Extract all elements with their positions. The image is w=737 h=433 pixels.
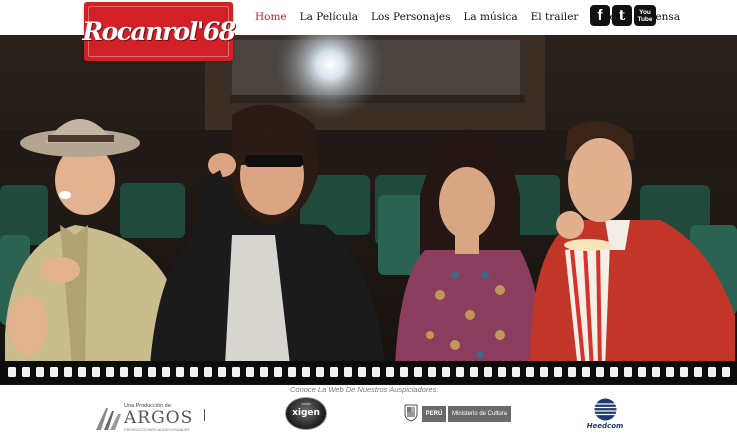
nav-los-personajes[interactable]: Los Personajes <box>371 11 450 23</box>
film-hole <box>638 367 646 377</box>
nav-el-trailer[interactable]: El trailer <box>531 11 579 23</box>
film-hole <box>428 367 436 377</box>
film-hole <box>484 367 492 377</box>
sponsor-argos[interactable]: Una Producción de: ARGOS PRODUCCIONES AU… <box>96 403 212 433</box>
film-hole <box>330 367 338 377</box>
heedcom-name: Heedcom <box>586 422 624 430</box>
site-header: Rocanrol'68 Home La Película Los Persona… <box>0 0 737 61</box>
film-hole <box>568 367 576 377</box>
film-hole <box>442 367 450 377</box>
film-hole <box>512 367 520 377</box>
film-hole <box>470 367 478 377</box>
film-hole <box>148 367 156 377</box>
social-links: f t You Tube <box>590 5 656 26</box>
film-hole <box>162 367 170 377</box>
film-hole <box>386 367 394 377</box>
film-hole <box>64 367 72 377</box>
film-strip-holes <box>8 367 730 377</box>
film-hole <box>78 367 86 377</box>
film-hole <box>232 367 240 377</box>
film-hole <box>204 367 212 377</box>
film-hole <box>50 367 58 377</box>
film-hole <box>414 367 422 377</box>
sponsor-ministerio-cultura[interactable]: PERÚ Ministerio de Cultura <box>403 404 511 424</box>
film-hole <box>666 367 674 377</box>
xigen-prefix: media <box>301 402 311 406</box>
film-hole <box>176 367 184 377</box>
film-hole <box>260 367 268 377</box>
nav-la-musica[interactable]: La música <box>463 11 517 23</box>
film-hole <box>498 367 506 377</box>
argos-logo-icon <box>96 408 121 430</box>
film-hole <box>708 367 716 377</box>
film-hole <box>680 367 688 377</box>
film-hole <box>610 367 618 377</box>
film-hole <box>456 367 464 377</box>
film-hole <box>190 367 198 377</box>
xigen-name: xigen <box>292 408 320 418</box>
film-hole <box>36 367 44 377</box>
sponsors-label: Conoce La Web De Nuestros Auspiciadores: <box>290 385 439 394</box>
hero-image <box>0 35 737 385</box>
film-hole <box>302 367 310 377</box>
logo-text: Rocanrol'68 <box>82 17 236 46</box>
film-hole <box>540 367 548 377</box>
film-hole <box>316 367 324 377</box>
film-hole <box>134 367 142 377</box>
film-hole <box>652 367 660 377</box>
film-hole <box>120 367 128 377</box>
nav-home[interactable]: Home <box>255 11 287 23</box>
argos-divider <box>204 409 205 421</box>
cultura-ministry: Ministerio de Cultura <box>448 406 511 422</box>
film-hole <box>372 367 380 377</box>
film-hole <box>106 367 114 377</box>
logo-frame: Rocanrol'68 <box>82 6 236 57</box>
film-hole <box>582 367 590 377</box>
film-hole <box>92 367 100 377</box>
youtube-icon-top: You <box>639 8 651 16</box>
youtube-icon-bottom: Tube <box>637 15 653 23</box>
film-hole <box>526 367 534 377</box>
film-hole <box>694 367 702 377</box>
film-hole <box>596 367 604 377</box>
film-hole <box>554 367 562 377</box>
twitter-icon[interactable]: t <box>612 5 632 26</box>
film-hole <box>274 367 282 377</box>
film-hole <box>400 367 408 377</box>
film-hole <box>358 367 366 377</box>
film-hole <box>288 367 296 377</box>
film-hole <box>246 367 254 377</box>
sponsor-xigen[interactable]: media xigen <box>285 397 327 430</box>
film-hole <box>344 367 352 377</box>
facebook-icon[interactable]: f <box>590 5 610 26</box>
cultura-peru: PERÚ <box>422 406 446 422</box>
film-strip <box>0 361 737 384</box>
film-hole <box>22 367 30 377</box>
film-hole <box>8 367 16 377</box>
sponsor-heedcom[interactable]: Heedcom <box>583 398 627 432</box>
film-hole <box>624 367 632 377</box>
argos-name: ARGOS <box>124 408 194 428</box>
film-hole <box>218 367 226 377</box>
hero-scene <box>0 35 737 385</box>
site-logo[interactable]: Rocanrol'68 <box>82 2 236 61</box>
peru-shield-icon <box>404 404 418 422</box>
youtube-icon[interactable]: You Tube <box>634 5 656 26</box>
heedcom-globe-icon <box>594 398 617 421</box>
argos-tagline: PRODUCCIONES AUDIOVISUALES <box>124 427 190 432</box>
nav-la-pelicula[interactable]: La Película <box>300 11 358 23</box>
film-hole <box>722 367 730 377</box>
